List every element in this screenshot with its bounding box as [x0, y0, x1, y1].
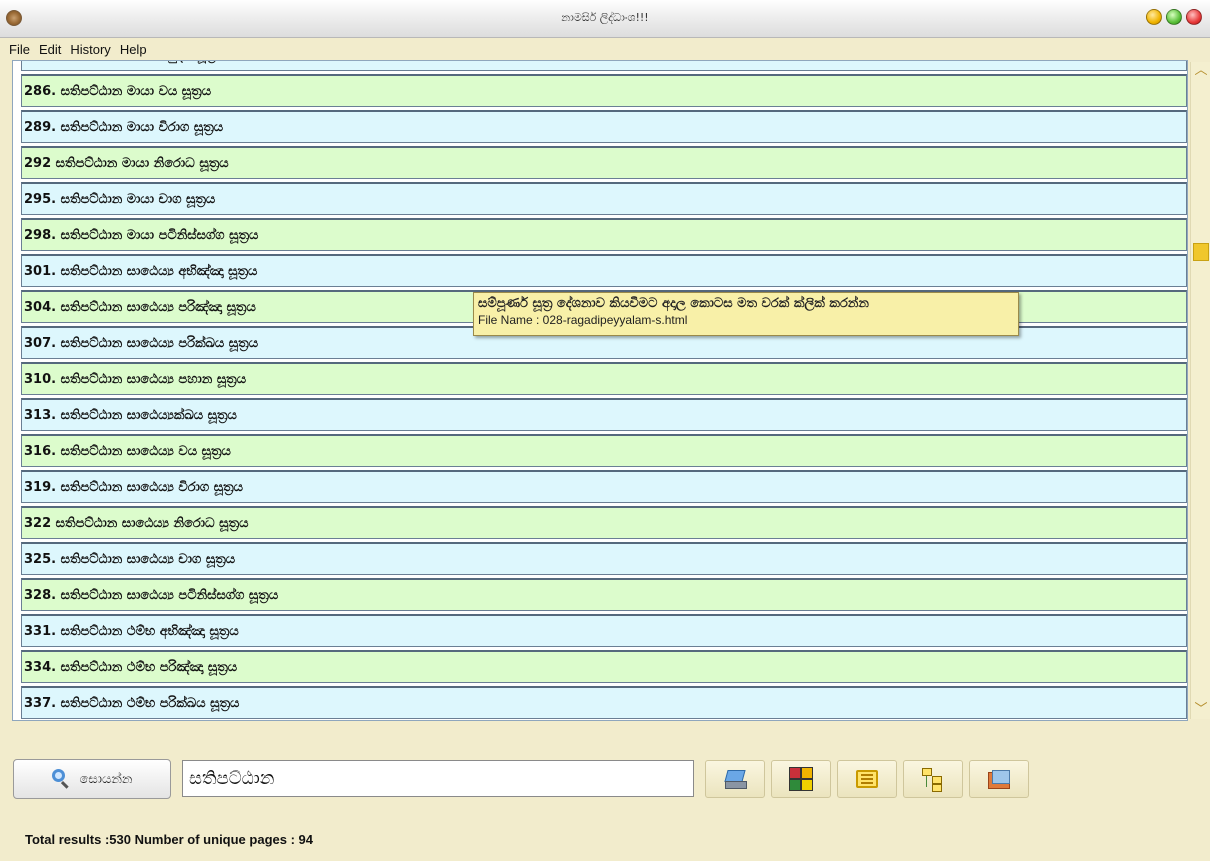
result-row[interactable]: 295. සතිපට්ඨාන මායා චාග සූත්‍රය [21, 182, 1187, 215]
note-button[interactable] [837, 760, 897, 798]
status-text: Total results :530 Number of unique page… [25, 832, 313, 847]
close-button[interactable] [1186, 9, 1202, 25]
tooltip: සම්පූර්ණ සූත්‍ර දේශනාව කියවීමට අදාල කොටස… [473, 292, 1019, 336]
result-row[interactable]: 283. සතිපට්ඨාන මායා සමුදය සූත්‍රය [21, 61, 1187, 71]
search-button[interactable]: සොයන්න [13, 759, 171, 799]
minimize-button[interactable] [1146, 9, 1162, 25]
menu-file[interactable]: File [9, 42, 30, 57]
result-row[interactable]: 328. සතිපට්ඨාන සාඨෙය්‍ය පටිනිස්සග්ග සූත්… [21, 578, 1187, 611]
color-grid-button[interactable] [771, 760, 831, 798]
tree-button[interactable] [903, 760, 963, 798]
results-rows: 283. සතිපට්ඨාන මායා සමුදය සූත්‍රය 286. සත… [13, 61, 1187, 720]
scan-icon [723, 768, 747, 790]
title-bar[interactable]: නාමසිර් ලිද්ධාංශ!!! [0, 0, 1210, 38]
result-row[interactable]: 334. සතිපට්ඨාන ථම්භ පරිඤ්ඤා සූත්‍රය [21, 650, 1187, 683]
results-list[interactable]: 283. සතිපට්ඨාන මායා සමුදය සූත්‍රය 286. සත… [12, 60, 1188, 721]
note-icon [856, 770, 878, 788]
book-icon [987, 769, 1011, 789]
window-title: නාමසිර් ලිද්ධාංශ!!! [561, 11, 649, 24]
tooltip-hint: සම්පූර්ණ සූත්‍ර දේශනාව කියවීමට අදාල කොටස… [478, 296, 869, 311]
menu-bar: File Edit History Help [0, 38, 1210, 60]
scroll-down-icon[interactable]: ﹀ [1192, 701, 1210, 719]
maximize-button[interactable] [1166, 9, 1182, 25]
result-row[interactable]: 316. සතිපට්ඨාන සාඨෙය්‍ය වය සූත්‍රය [21, 434, 1187, 467]
search-input[interactable] [182, 760, 694, 797]
result-row[interactable]: 292 සතිපට්ඨාන මායා නිරොධ සූත්‍රය [21, 146, 1187, 179]
search-icon [51, 769, 72, 789]
tree-icon [922, 768, 944, 792]
result-row[interactable]: 289. සතිපට්ඨාන මායා විරාග සූත්‍රය [21, 110, 1187, 143]
result-row[interactable]: 337. සතිපට්ඨාන ථම්භ පරික්ඛය සූත්‍රය [21, 686, 1187, 719]
result-row[interactable]: 301. සතිපට්ඨාන සාඨෙය්‍ය අභිඤ්ඤා සූත්‍රය [21, 254, 1187, 287]
tooltip-filename: File Name : 028-ragadipeyyalam-s.html [478, 313, 688, 327]
result-row[interactable]: 298. සතිපට්ඨාන මායා පටිනිස්සග්ග සූත්‍රය [21, 218, 1187, 251]
vertical-scrollbar[interactable]: ︿ ﹀ [1190, 62, 1210, 719]
scan-button[interactable] [705, 760, 765, 798]
scroll-up-icon[interactable]: ︿ [1192, 62, 1210, 80]
result-row[interactable]: 286. සතිපට්ඨාන මායා වය සූත්‍රය [21, 74, 1187, 107]
search-button-label: සොයන්න [79, 771, 133, 787]
menu-edit[interactable]: Edit [39, 42, 61, 57]
result-row[interactable]: 310. සතිපට්ඨාන සාඨෙය්‍ය පහාන සූත්‍රය [21, 362, 1187, 395]
result-row[interactable]: 313. සතිපට්ඨාන සාඨෙය්‍යක්ඛය සූත්‍රය [21, 398, 1187, 431]
book-button[interactable] [969, 760, 1029, 798]
color-grid-icon [789, 767, 813, 791]
window-controls [1146, 9, 1202, 25]
menu-history[interactable]: History [70, 42, 110, 57]
result-row[interactable]: 322 සතිපට්ඨාන සාඨෙය්‍ය නිරොධ සූත්‍රය [21, 506, 1187, 539]
scroll-thumb[interactable] [1193, 243, 1209, 261]
result-row[interactable]: 331. සතිපට්ඨාන ථම්භ අභිඤ්ඤා සූත්‍රය [21, 614, 1187, 647]
result-row[interactable]: 319. සතිපට්ඨාන සාඨෙය්‍ය විරාග සූත්‍රය [21, 470, 1187, 503]
result-row[interactable]: 325. සතිපට්ඨාන සාඨෙය්‍ය චාග සූත්‍රය [21, 542, 1187, 575]
menu-help[interactable]: Help [120, 42, 147, 57]
